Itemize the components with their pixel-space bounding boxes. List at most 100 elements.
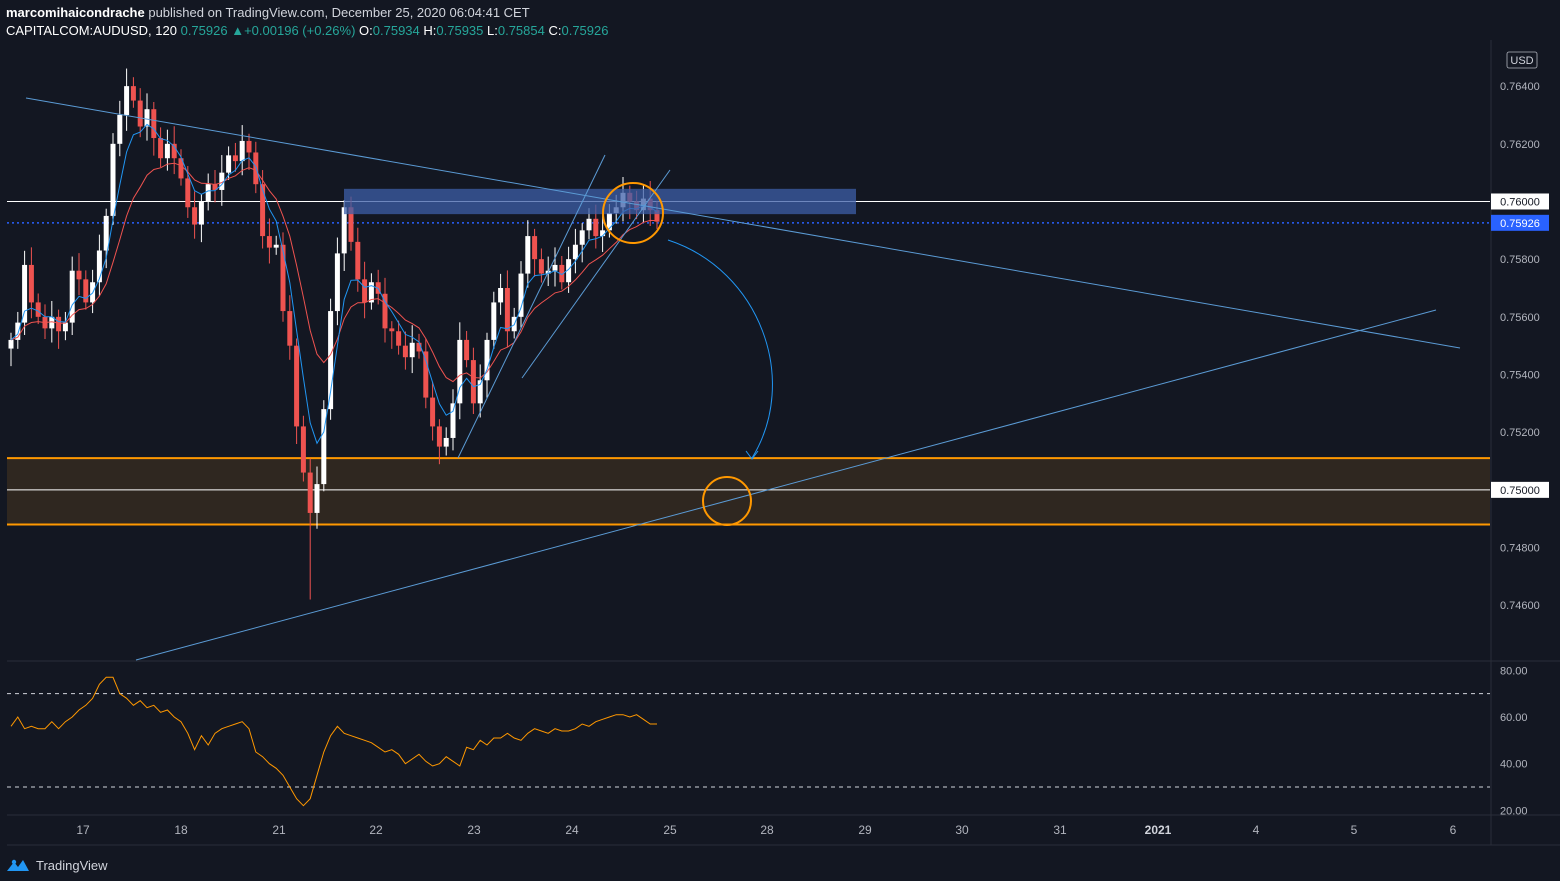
candle-body[interactable]: [35, 302, 41, 317]
candle-body[interactable]: [389, 328, 395, 332]
candle-body[interactable]: [314, 484, 320, 513]
candle-body[interactable]: [130, 86, 136, 101]
high-label: H:: [423, 23, 437, 38]
price-tick-label: 0.76400: [1500, 81, 1540, 93]
candle-body[interactable]: [83, 279, 89, 303]
candle-body[interactable]: [232, 155, 238, 162]
rsi-tick-label: 40.00: [1500, 759, 1528, 771]
candle-body[interactable]: [205, 184, 211, 202]
candle-body[interactable]: [151, 109, 157, 139]
candle-body[interactable]: [396, 331, 402, 346]
price-tick-label: 0.75400: [1500, 370, 1540, 382]
close-value: 0.75926: [561, 23, 609, 38]
candle-body[interactable]: [124, 86, 130, 115]
candle-body[interactable]: [260, 184, 266, 237]
low-value: 0.75854: [497, 23, 545, 38]
candle-body[interactable]: [362, 279, 368, 303]
time-tick-label: 4: [1253, 823, 1260, 837]
rsi-line[interactable]: [10, 676, 657, 807]
candle-body[interactable]: [491, 302, 497, 340]
candle-body[interactable]: [22, 264, 28, 323]
level-price-tag-label: 0.75000: [1500, 485, 1540, 497]
candle-body[interactable]: [110, 143, 116, 216]
candle-body[interactable]: [341, 207, 347, 254]
candle-body[interactable]: [137, 100, 143, 127]
candle-body[interactable]: [192, 207, 198, 225]
candle-body[interactable]: [498, 288, 504, 303]
close-label: C:: [548, 23, 562, 38]
candle-body[interactable]: [443, 437, 449, 447]
time-tick-label: 30: [955, 823, 969, 837]
price-change: +0.00196 (+0.26%): [244, 23, 356, 38]
candle-body[interactable]: [504, 288, 510, 332]
time-tick-label: 31: [1053, 823, 1067, 837]
candle-body[interactable]: [239, 140, 245, 162]
candle-body[interactable]: [450, 403, 456, 438]
candle-body[interactable]: [76, 270, 82, 280]
candle-body[interactable]: [423, 351, 429, 398]
rsi-tick-label: 80.00: [1500, 665, 1528, 677]
candle-body[interactable]: [307, 472, 313, 513]
candle-body[interactable]: [525, 236, 531, 274]
candle-body[interactable]: [287, 311, 293, 346]
chart-header: marcomihaicondrache published on Trading…: [6, 4, 608, 40]
resistance-zone[interactable]: [344, 188, 856, 215]
candle-body[interactable]: [280, 244, 286, 312]
candle-body[interactable]: [185, 178, 191, 208]
candle-body[interactable]: [402, 345, 408, 358]
candle-body[interactable]: [226, 155, 232, 173]
level-price-tag-label: 0.76000: [1500, 196, 1540, 208]
publish-info: marcomihaicondrache published on Trading…: [6, 4, 608, 22]
tradingview-logo-icon: [7, 859, 29, 871]
time-tick-label: 25: [663, 823, 677, 837]
time-tick-label: 23: [467, 823, 481, 837]
high-value: 0.75935: [436, 23, 484, 38]
author-name[interactable]: marcomihaicondrache: [6, 5, 145, 20]
time-tick-label: 24: [565, 823, 579, 837]
candle-body[interactable]: [436, 426, 442, 447]
symbol-name[interactable]: CAPITALCOM:AUDUSD, 120: [6, 23, 177, 38]
candle-body[interactable]: [586, 218, 592, 231]
candle-body[interactable]: [334, 253, 340, 312]
time-tick-label: 6: [1450, 823, 1457, 837]
time-tick-label: 28: [760, 823, 774, 837]
candle-body[interactable]: [158, 138, 164, 159]
up-arrow-icon: ▲: [231, 23, 245, 38]
price-tick-label: 0.75800: [1500, 254, 1540, 266]
candle-body[interactable]: [470, 360, 476, 404]
candle-body[interactable]: [464, 339, 470, 361]
candle-body[interactable]: [28, 264, 34, 303]
candle-body[interactable]: [198, 201, 204, 225]
last-price-tag-label: 0.75926: [1500, 218, 1540, 230]
candle-body[interactable]: [579, 230, 585, 245]
candle-body[interactable]: [600, 230, 606, 237]
price-tick-label: 0.76200: [1500, 139, 1540, 151]
candle-body[interactable]: [56, 316, 62, 332]
candle-body[interactable]: [518, 273, 524, 317]
candle-body[interactable]: [273, 244, 279, 248]
price-tick-label: 0.75600: [1500, 312, 1540, 324]
price-tick-label: 0.75200: [1500, 427, 1540, 439]
candle-body[interactable]: [117, 114, 123, 144]
candle-body[interactable]: [552, 264, 558, 271]
footer-brand[interactable]: TradingView: [6, 857, 108, 873]
candle-body[interactable]: [593, 218, 599, 237]
symbol-line: CAPITALCOM:AUDUSD, 120 0.75926 ▲+0.00196…: [6, 22, 608, 40]
candle-body[interactable]: [62, 322, 68, 332]
candle-body[interactable]: [294, 345, 300, 427]
candle-body[interactable]: [532, 236, 538, 260]
time-tick-label: 5: [1351, 823, 1358, 837]
candle-body[interactable]: [409, 342, 415, 358]
chart-canvas[interactable]: 0.76400 0.76200 0.76000 0.75800 0.75600 0.754…: [0, 0, 1560, 881]
candle-body[interactable]: [538, 259, 544, 274]
candle-body[interactable]: [355, 241, 361, 280]
candle-body[interactable]: [8, 339, 14, 349]
candle-body[interactable]: [164, 143, 170, 159]
candle-body[interactable]: [430, 397, 436, 427]
candle-body[interactable]: [266, 236, 272, 248]
candle-body[interactable]: [572, 244, 578, 260]
publish-text: published on TradingView.com, December 2…: [148, 5, 530, 20]
time-tick-label: 22: [369, 823, 383, 837]
candle-body[interactable]: [246, 140, 252, 153]
candle-body[interactable]: [300, 426, 306, 473]
